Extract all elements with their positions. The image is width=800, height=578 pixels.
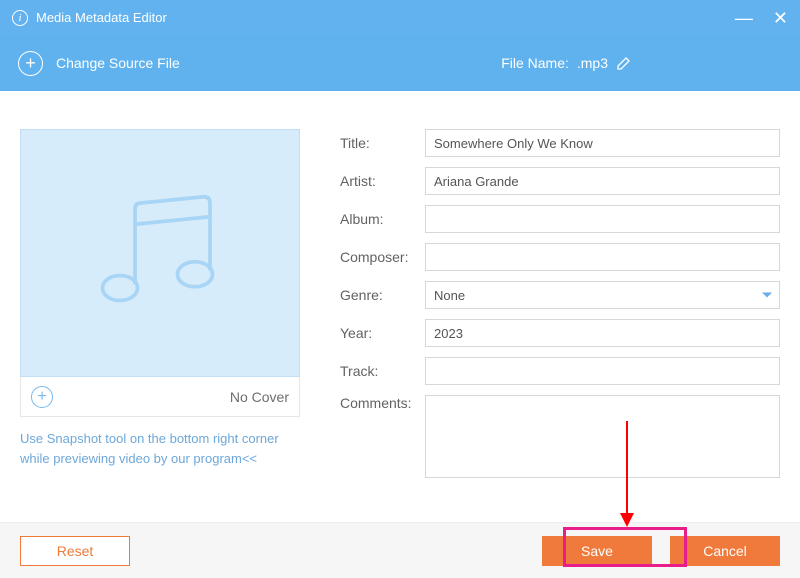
filename-label: File Name: (501, 55, 569, 71)
input-genre[interactable] (425, 281, 780, 309)
row-track: Track: (340, 357, 780, 385)
form-column: Title: Artist: Album: Composer: Genre: Y… (340, 129, 780, 488)
input-year[interactable] (425, 319, 780, 347)
chevron-down-icon (762, 293, 772, 298)
input-album[interactable] (425, 205, 780, 233)
label-genre: Genre: (340, 287, 425, 303)
label-composer: Composer: (340, 249, 425, 265)
music-note-icon (85, 178, 235, 328)
input-composer[interactable] (425, 243, 780, 271)
cover-art-box[interactable] (20, 129, 300, 377)
label-comments: Comments: (340, 395, 425, 411)
plus-circle-icon[interactable]: + (18, 51, 43, 76)
row-title: Title: (340, 129, 780, 157)
right-button-group: Save Cancel (542, 536, 780, 566)
row-comments: Comments: (340, 395, 780, 478)
label-track: Track: (340, 363, 425, 379)
reset-button[interactable]: Reset (20, 536, 130, 566)
left-column: + No Cover Use Snapshot tool on the bott… (20, 129, 300, 488)
input-track[interactable] (425, 357, 780, 385)
bottom-bar: Reset Save Cancel (0, 522, 800, 578)
row-composer: Composer: (340, 243, 780, 271)
hint-text: Use Snapshot tool on the bottom right co… (20, 429, 300, 468)
input-comments[interactable] (425, 395, 780, 478)
app-title: Media Metadata Editor (36, 10, 167, 25)
window-buttons: — ✕ (735, 9, 788, 27)
input-artist[interactable] (425, 167, 780, 195)
change-source-button[interactable]: Change Source File (56, 55, 180, 71)
row-album: Album: (340, 205, 780, 233)
add-cover-button[interactable]: + (31, 386, 53, 408)
titlebar: i Media Metadata Editor — ✕ (0, 0, 800, 35)
pencil-icon[interactable] (616, 55, 632, 71)
label-year: Year: (340, 325, 425, 341)
info-icon: i (12, 10, 28, 26)
cover-bar: + No Cover (20, 377, 300, 417)
filename-area: File Name: .mp3 (501, 55, 632, 71)
row-artist: Artist: (340, 167, 780, 195)
label-title: Title: (340, 135, 425, 151)
row-year: Year: (340, 319, 780, 347)
minimize-button[interactable]: — (735, 9, 753, 27)
save-button[interactable]: Save (542, 536, 652, 566)
toolbar: + Change Source File File Name: .mp3 (0, 35, 800, 91)
input-title[interactable] (425, 129, 780, 157)
close-button[interactable]: ✕ (773, 9, 788, 27)
label-album: Album: (340, 211, 425, 227)
row-genre: Genre: (340, 281, 780, 309)
select-genre[interactable] (425, 281, 780, 309)
filename-value: .mp3 (577, 55, 608, 71)
content-area: + No Cover Use Snapshot tool on the bott… (0, 91, 800, 508)
cancel-button[interactable]: Cancel (670, 536, 780, 566)
no-cover-label: No Cover (230, 389, 289, 405)
label-artist: Artist: (340, 173, 425, 189)
